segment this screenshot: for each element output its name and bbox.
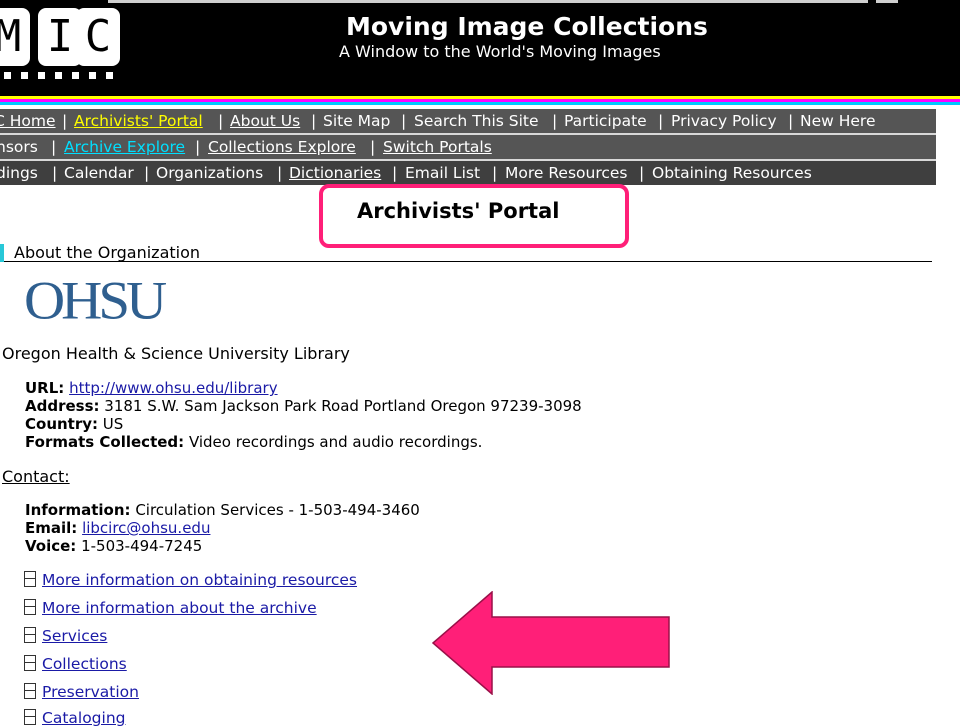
logo-letter-c[interactable]: C: [76, 8, 120, 66]
nav-switch-portals[interactable]: Switch Portals: [383, 135, 492, 159]
address-label: Address:: [25, 397, 100, 415]
country-label: Country:: [25, 415, 99, 433]
bullet-icon: [24, 709, 36, 725]
formats-label: Formats Collected:: [25, 433, 185, 451]
nav-separator: |: [218, 112, 224, 130]
nav-participate[interactable]: Participate: [564, 109, 647, 133]
logo-dots: [4, 72, 124, 80]
link-about-archive[interactable]: More information about the archive: [42, 599, 317, 617]
nav-archive-explore[interactable]: Archive Explore: [64, 135, 185, 159]
org-formats-row: Formats Collected: Video recordings and …: [25, 433, 482, 451]
nav-email-list[interactable]: Email List: [405, 161, 480, 185]
nav-row-3: dings | Calendar | Organizations | Dicti…: [0, 161, 936, 185]
site-header: M I C Moving Image Collections A Window …: [0, 0, 960, 96]
nav-organizations[interactable]: Organizations: [156, 161, 263, 185]
nav-row-2: nsors | Archive Explore | Collections Ex…: [0, 135, 936, 161]
nav-separator: |: [51, 138, 57, 156]
contact-voice: 1-503-494-7245: [81, 537, 203, 555]
nav-privacy-policy[interactable]: Privacy Policy: [671, 109, 777, 133]
nav-collections-explore[interactable]: Collections Explore: [208, 135, 356, 159]
org-url-row: URL: http://www.ohsu.edu/library: [25, 379, 278, 397]
nav-calendar[interactable]: Calendar: [64, 161, 134, 185]
nav-separator: |: [392, 164, 398, 182]
org-country: US: [102, 415, 124, 433]
org-country-row: Country: US: [25, 415, 123, 433]
annotation-arrow-icon: [432, 591, 670, 695]
nav-separator: |: [639, 164, 645, 182]
nav-separator: |: [62, 112, 68, 130]
nav-archivists-portal[interactable]: Archivists' Portal: [74, 109, 203, 133]
nav-about-us[interactable]: About Us: [230, 109, 300, 133]
section-marker: [0, 244, 4, 262]
nav-home[interactable]: C Home: [0, 109, 56, 133]
nav-sponsors[interactable]: nsors: [0, 135, 38, 159]
annotation-highlight-box: [319, 184, 629, 248]
section-divider: [4, 261, 932, 262]
site-subtitle: A Window to the World's Moving Images: [339, 42, 661, 61]
bullet-icon: [24, 599, 36, 615]
list-item: More information on obtaining resources: [24, 570, 357, 590]
nav-separator: |: [658, 112, 664, 130]
nav-separator: |: [552, 112, 558, 130]
nav-holdings[interactable]: dings: [0, 161, 38, 185]
contact-info: Circulation Services - 1-503-494-3460: [135, 501, 420, 519]
list-item: Preservation: [24, 682, 139, 702]
ohsu-logo: OHSU: [24, 271, 167, 331]
org-address-row: Address: 3181 S.W. Sam Jackson Park Road…: [25, 397, 582, 415]
bullet-icon: [24, 571, 36, 587]
contact-info-row: Information: Circulation Services - 1-50…: [25, 501, 420, 519]
bullet-icon: [24, 683, 36, 699]
browser-edge: [876, 0, 898, 3]
nav-more-resources[interactable]: More Resources: [505, 161, 628, 185]
link-preservation[interactable]: Preservation: [42, 683, 139, 701]
list-item: More information about the archive: [24, 598, 317, 618]
browser-edge: [108, 0, 868, 3]
bullet-icon: [24, 655, 36, 671]
link-cataloging[interactable]: Cataloging: [42, 709, 126, 727]
link-obtaining-resources[interactable]: More information on obtaining resources: [42, 571, 357, 589]
nav-separator: |: [52, 164, 58, 182]
nav-separator: |: [788, 112, 794, 130]
contact-email-row: Email: libcirc@ohsu.edu: [25, 519, 210, 537]
section-heading: About the Organization: [14, 243, 201, 262]
nav-obtaining-resources[interactable]: Obtaining Resources: [652, 161, 812, 185]
nav-separator: |: [492, 164, 498, 182]
nav-separator: |: [401, 112, 407, 130]
nav-separator: |: [311, 112, 317, 130]
org-formats: Video recordings and audio recordings.: [188, 433, 483, 451]
list-item: Services: [24, 626, 107, 646]
nav-dictionaries[interactable]: Dictionaries: [289, 161, 381, 185]
color-stripes: [0, 96, 960, 108]
nav-row-1: C Home | Archivists' Portal | About Us |…: [0, 109, 936, 135]
url-label: URL:: [25, 379, 65, 397]
nav-separator: |: [370, 138, 376, 156]
nav-site-map[interactable]: Site Map: [323, 109, 390, 133]
org-address: 3181 S.W. Sam Jackson Park Road Portland…: [104, 397, 582, 415]
contact-heading: Contact:: [2, 467, 70, 486]
nav-separator: |: [277, 164, 283, 182]
voice-label: Voice:: [25, 537, 77, 555]
contact-voice-row: Voice: 1-503-494-7245: [25, 537, 202, 555]
email-label: Email:: [25, 519, 78, 537]
nav-separator: |: [144, 164, 150, 182]
site-title: Moving Image Collections: [346, 12, 708, 41]
nav-separator: |: [195, 138, 201, 156]
logo-letter-m[interactable]: M: [0, 8, 30, 66]
nav-new-here[interactable]: New Here: [800, 109, 876, 133]
list-item: Collections: [24, 654, 127, 674]
nav-search-site[interactable]: Search This Site: [414, 109, 539, 133]
info-label: Information:: [25, 501, 131, 519]
link-services[interactable]: Services: [42, 627, 107, 645]
link-collections[interactable]: Collections: [42, 655, 127, 673]
org-url-link[interactable]: http://www.ohsu.edu/library: [69, 379, 278, 397]
list-item: Cataloging: [24, 708, 126, 728]
org-name: Oregon Health & Science University Libra…: [2, 344, 350, 363]
contact-email-link[interactable]: libcirc@ohsu.edu: [82, 519, 210, 537]
bullet-icon: [24, 627, 36, 643]
